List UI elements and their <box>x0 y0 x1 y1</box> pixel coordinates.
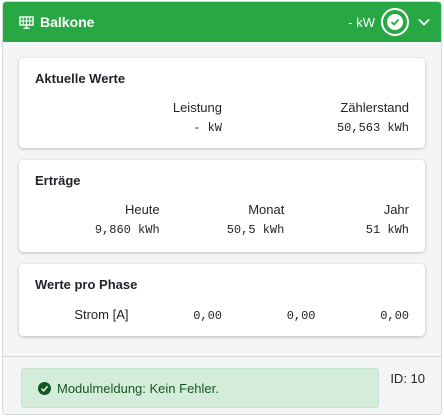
module-status-message: Modulmeldung: Kein Fehler. <box>57 380 219 396</box>
component-id: ID: 10 <box>390 371 425 386</box>
panel-header[interactable]: Balkone - kW <box>3 2 441 42</box>
current-values-card: Aktuelle Werte Leistung - kW Zählerstand… <box>19 58 425 148</box>
yield-today-label: Heute <box>124 202 160 217</box>
header-power: - kW <box>348 14 375 30</box>
yield-month-value: 50,5 kWh <box>226 223 285 237</box>
power-value: - kW <box>193 121 222 135</box>
yield-year-value: 51 kWh <box>365 223 409 237</box>
yield-month-label: Monat <box>248 202 285 217</box>
current-label: Strom [A] <box>74 307 129 322</box>
yield-today-cell: Heute 9,860 kWh <box>35 202 160 237</box>
phase-2-current: 0,00 <box>286 309 316 323</box>
panel-title-text: Balkone <box>40 14 95 30</box>
meter-value: 50,563 kWh <box>336 121 409 135</box>
meter-label: Zählerstand <box>340 100 409 115</box>
yields-heading: Erträge <box>35 173 81 188</box>
phase-values-heading: Werte pro Phase <box>35 277 138 292</box>
power-cell: Leistung - kW <box>35 100 222 135</box>
yield-year-cell: Jahr 51 kWh <box>284 202 409 237</box>
module-status-alert: Modulmeldung: Kein Fehler. <box>21 368 379 408</box>
current-values-heading: Aktuelle Werte <box>35 71 126 86</box>
power-label: Leistung <box>172 100 222 115</box>
yield-today-value: 9,860 kWh <box>94 223 160 237</box>
current-phase-row: Strom [A] 0,00 0,00 0,00 <box>35 306 409 324</box>
chevron-down-icon[interactable] <box>417 17 431 27</box>
solar-panel-icon <box>19 15 34 29</box>
panel-title: Balkone <box>19 14 94 30</box>
phase-values-card: Werte pro Phase Strom [A] 0,00 0,00 0,00 <box>19 264 425 336</box>
status-check-icon <box>381 8 409 36</box>
meter-cell: Zählerstand 50,563 kWh <box>222 100 409 135</box>
phase-1-current: 0,00 <box>193 309 222 323</box>
phase-3-current: 0,00 <box>380 309 409 323</box>
yield-year-label: Jahr <box>383 202 409 217</box>
component-panel: Balkone - kW Aktuelle Werte Leistung - k… <box>2 1 442 415</box>
yields-card: Erträge Heute 9,860 kWh Monat 50,5 kWh J… <box>19 160 425 252</box>
check-circle-icon <box>38 381 51 395</box>
panel-footer: Modulmeldung: Kein Fehler. ID: 10 <box>3 356 441 414</box>
yield-month-cell: Monat 50,5 kWh <box>160 202 285 237</box>
